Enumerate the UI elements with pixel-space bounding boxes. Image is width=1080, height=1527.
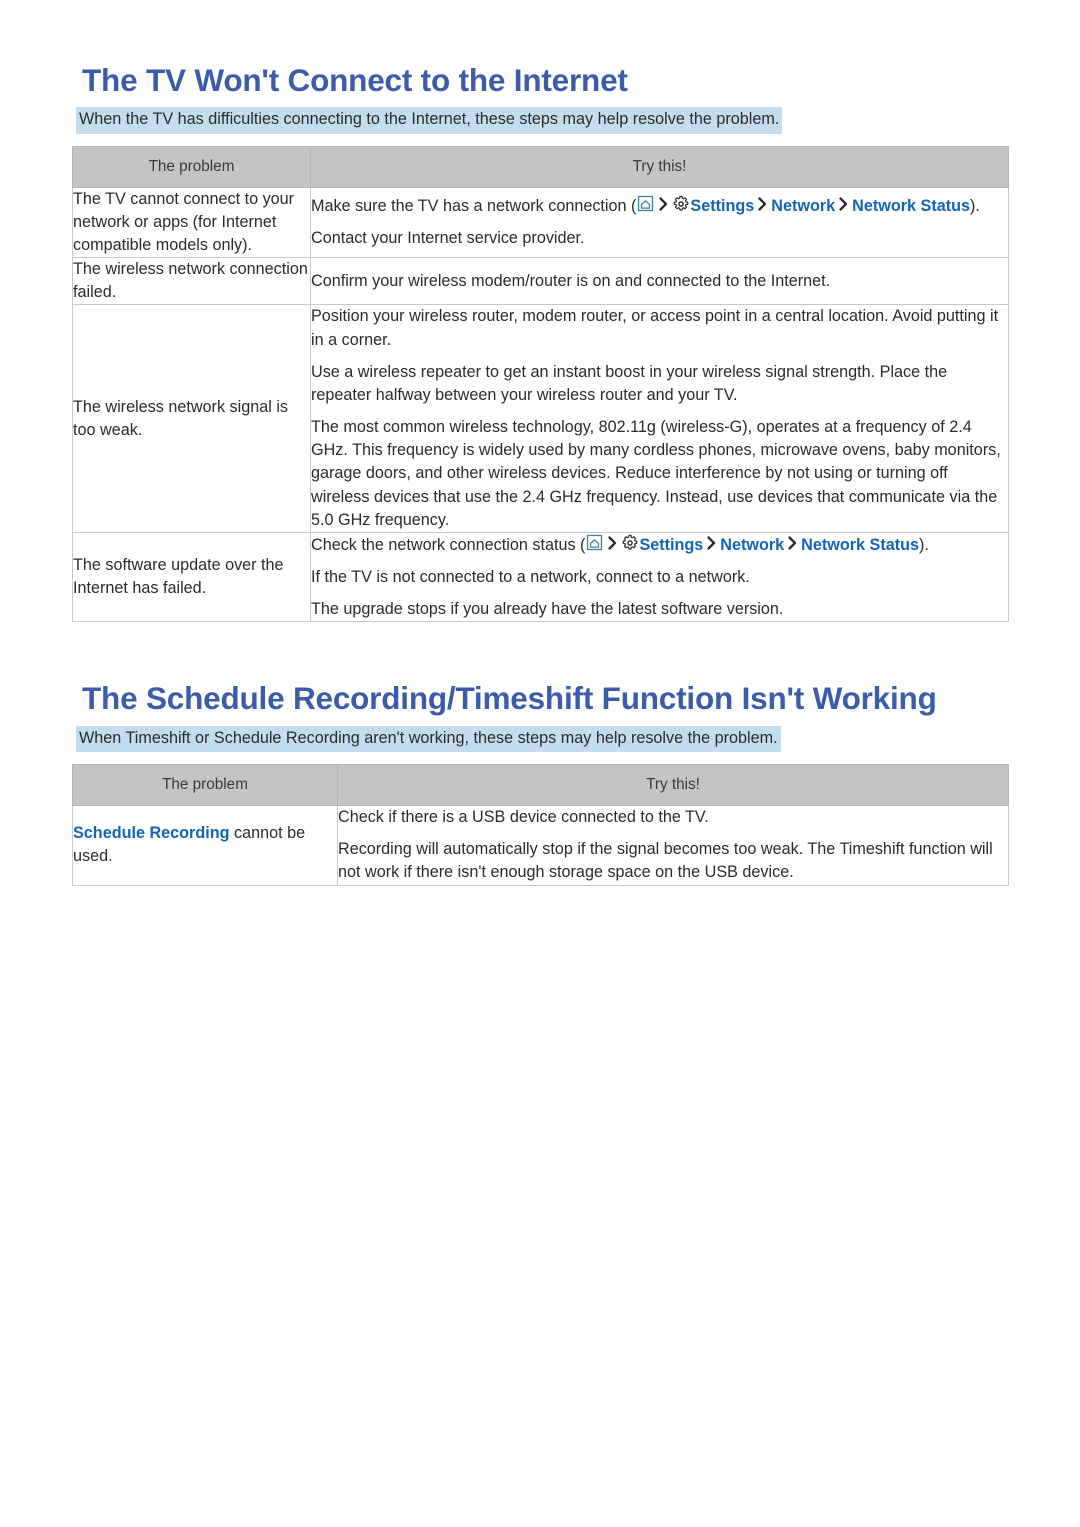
chevron-right-icon	[756, 196, 769, 212]
try-text-prefix: Check the network connection status (	[311, 535, 586, 554]
cell-problem: The wireless network connection failed.	[72, 257, 311, 306]
cell-try-this: Position your wireless router, modem rou…	[310, 304, 1009, 533]
table-row: The software update over the Internet ha…	[72, 531, 1009, 623]
try-text-prefix: Make sure the TV has a network connectio…	[311, 197, 637, 216]
cell-try-this: Check if there is a USB device connected…	[337, 805, 1009, 886]
gear-icon	[672, 195, 690, 213]
page-title: The Schedule Recording/Timeshift Functio…	[82, 680, 937, 717]
section-subtitle: When Timeshift or Schedule Recording are…	[76, 725, 781, 753]
cell-try-this: Make sure the TV has a network connectio…	[310, 186, 1009, 259]
cell-try-this: Confirm your wireless modem/router is on…	[310, 257, 1009, 306]
cell-problem: Schedule Recording cannot be used.	[72, 805, 338, 886]
try-line: Use a wireless repeater to get an instan…	[311, 362, 948, 404]
chevron-right-icon	[705, 535, 718, 551]
chevron-right-icon	[786, 535, 799, 551]
table-row: Schedule Recording cannot be used. Check…	[72, 805, 1009, 886]
troubleshooting-table-recording: The problem Try this! Schedule Recording…	[72, 764, 1009, 886]
try-line: The most common wireless technology, 802…	[311, 418, 1001, 529]
chevron-right-icon	[837, 196, 850, 212]
table-row: The wireless network signal is too weak.…	[72, 304, 1009, 533]
cell-problem: The TV cannot connect to your network or…	[72, 186, 311, 259]
try-line: Check if there is a USB device connected…	[338, 808, 709, 827]
try-line: Contact your Internet service provider.	[311, 229, 585, 248]
chevron-right-icon	[606, 535, 619, 551]
link-settings[interactable]: Settings	[690, 197, 754, 215]
try-line: Confirm your wireless modem/router is on…	[311, 271, 831, 290]
table-row: The wireless network connection failed. …	[72, 257, 1009, 306]
section-subtitle: When the TV has difficulties connecting …	[76, 107, 783, 134]
link-network[interactable]: Network	[771, 197, 835, 215]
home-icon	[585, 533, 604, 552]
page-title: The TV Won't Connect to the Internet	[82, 62, 628, 98]
try-line: The upgrade stops if you already have th…	[311, 600, 784, 619]
cell-problem: The wireless network signal is too weak.	[72, 304, 311, 533]
column-header-problem: The problem	[72, 145, 311, 188]
cell-try-this: Check the network connection status ( Set…	[310, 531, 1009, 623]
cell-problem: The software update over the Internet ha…	[72, 531, 311, 623]
try-line: Position your wireless router, modem rou…	[311, 307, 999, 349]
try-line: Check the network connection status ( Set…	[311, 533, 1008, 557]
link-schedule-recording[interactable]: Schedule Recording	[73, 824, 230, 842]
link-network-status[interactable]: Network Status	[852, 197, 970, 215]
column-header-problem: The problem	[72, 764, 338, 807]
column-header-try-this: Try this!	[310, 145, 1009, 188]
link-network[interactable]: Network	[720, 536, 784, 554]
try-line: If the TV is not connected to a network,…	[311, 568, 750, 587]
section-schedule-recording: The Schedule Recording/Timeshift Functio…	[72, 622, 1009, 886]
column-header-try-this: Try this!	[337, 764, 1009, 807]
chevron-right-icon	[657, 196, 670, 212]
try-line: Recording will automatically stop if the…	[338, 840, 993, 882]
home-icon	[636, 194, 655, 213]
table-header-row: The problem Try this!	[72, 764, 1009, 807]
table-header-row: The problem Try this!	[72, 145, 1009, 188]
section-tv-wont-connect: The TV Won't Connect to the Internet Whe…	[72, 0, 1009, 623]
link-network-status[interactable]: Network Status	[801, 536, 919, 554]
document-page: The TV Won't Connect to the Internet Whe…	[0, 0, 1080, 1527]
gear-icon	[621, 534, 639, 552]
troubleshooting-table-internet: The problem Try this! The TV cannot conn…	[72, 145, 1009, 623]
try-text-suffix: ).	[970, 197, 980, 216]
table-row: The TV cannot connect to your network or…	[72, 186, 1009, 259]
link-settings[interactable]: Settings	[639, 536, 703, 554]
try-line: Make sure the TV has a network connectio…	[311, 194, 1008, 218]
try-text-suffix: ).	[919, 535, 929, 554]
